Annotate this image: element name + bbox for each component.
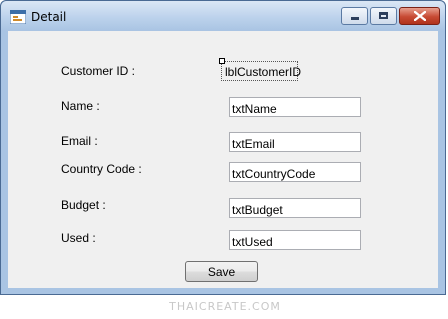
budget-label: Budget :: [61, 198, 106, 212]
customer-id-value: lblCustomerID: [219, 58, 302, 81]
customer-id-text: lblCustomerID: [225, 65, 302, 79]
customer-id-label: Customer ID :: [61, 64, 136, 78]
form-window-icon: [10, 10, 26, 24]
country-code-field[interactable]: [229, 162, 361, 182]
budget-field[interactable]: [229, 198, 361, 218]
maximize-icon: [379, 12, 388, 19]
title-bar[interactable]: Detail: [1, 1, 445, 31]
email-field[interactable]: [229, 132, 361, 152]
country-code-label: Country Code :: [61, 162, 142, 176]
form-client-area: Customer ID : lblCustomerID Name : Email…: [8, 31, 438, 288]
close-icon: [414, 11, 426, 21]
used-field[interactable]: [229, 230, 361, 250]
minimize-icon: [351, 17, 359, 20]
window-title: Detail: [31, 10, 67, 24]
maximize-button[interactable]: [370, 7, 397, 25]
used-label: Used :: [61, 231, 96, 245]
selection-grip[interactable]: [219, 58, 225, 64]
name-field[interactable]: [229, 97, 361, 117]
watermark-text: THAICREATE.COM: [169, 300, 281, 313]
save-button[interactable]: Save: [185, 261, 258, 282]
close-button[interactable]: [399, 7, 440, 25]
email-label: Email :: [61, 134, 98, 148]
name-label: Name :: [61, 99, 100, 113]
detail-window: Detail Customer ID : lblCustomerID Name …: [0, 0, 446, 295]
minimize-button[interactable]: [341, 7, 368, 25]
